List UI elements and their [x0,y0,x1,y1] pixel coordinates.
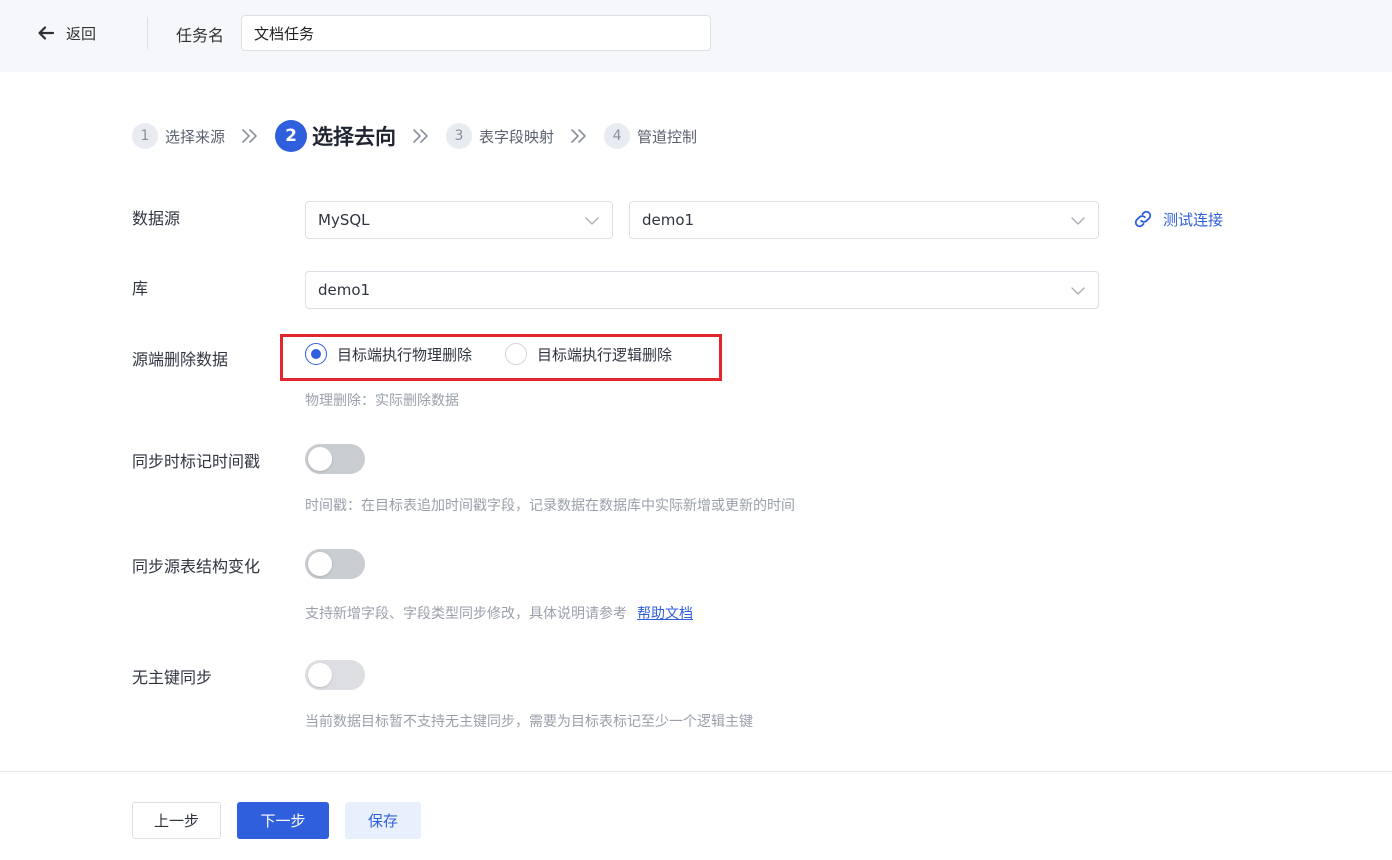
help-doc-link[interactable]: 帮助文档 [637,606,693,622]
radio-dot [311,349,321,359]
source-delete-label: 源端删除数据 [132,350,229,369]
chevron-down-icon [585,217,599,225]
chevron-down-icon [1071,287,1085,295]
prev-step-button[interactable]: 上一步 [132,802,221,839]
schema-sync-hint: 支持新增字段、字段类型同步修改，具体说明请参考 帮助文档 [305,603,693,623]
no-pk-sync-label: 无主键同步 [132,668,213,687]
step-pipeline-control: 4 管道控制 [604,123,697,149]
database-select[interactable]: demo1 [305,271,1099,309]
step-select-source: 1 选择来源 [132,123,225,149]
test-connection-link[interactable]: 测试连接 [1132,208,1223,230]
radio-circle [305,343,327,365]
step-label: 管道控制 [637,127,698,146]
step-select-target: 2 选择去向 [275,120,396,152]
next-step-button[interactable]: 下一步 [237,802,329,839]
toggle-knob [308,447,332,471]
toggle-knob [308,552,332,576]
step-indicator: 1 选择来源 2 选择去向 3 表字段映射 4 管道控制 [132,120,697,152]
test-connection-label: 测试连接 [1163,210,1224,229]
datasource-type-select[interactable]: MySQL [305,201,613,239]
chevron-down-icon [1071,217,1085,225]
step-number: 4 [604,123,631,149]
timestamp-sync-hint: 时间戳：在目标表追加时间戳字段，记录数据在数据库中实际新增或更新的时间 [305,498,795,514]
datasource-label: 数据源 [132,209,181,228]
step-label: 表字段映射 [479,127,555,146]
back-label: 返回 [66,24,97,43]
schema-sync-toggle[interactable] [305,549,365,579]
radio-logical-delete[interactable]: 目标端执行逻辑删除 [505,343,672,365]
schema-sync-label: 同步源表结构变化 [132,557,261,576]
double-chevron-right-icon [240,127,260,145]
task-name-label: 任务名 [176,26,225,45]
timestamp-sync-toggle[interactable] [305,444,365,474]
save-button[interactable]: 保存 [345,802,421,839]
step-number: 3 [446,123,473,149]
toggle-knob [308,663,332,687]
arrow-left-icon [38,26,55,40]
radio-physical-delete[interactable]: 目标端执行物理删除 [305,343,472,365]
double-chevron-right-icon [569,127,589,145]
database-label: 库 [132,279,149,298]
step-field-mapping: 3 表字段映射 [446,123,554,149]
footer-divider [0,771,1392,772]
timestamp-sync-label: 同步时标记时间戳 [132,452,261,471]
double-chevron-right-icon [411,127,431,145]
step-label: 选择来源 [165,127,226,146]
step-label: 选择去向 [312,125,397,149]
radio-label: 目标端执行物理删除 [337,345,473,364]
no-pk-sync-hint: 当前数据目标暂不支持无主键同步，需要为目标表标记至少一个逻辑主键 [305,714,753,730]
datasource-instance-select[interactable]: demo1 [629,201,1099,239]
step-number: 2 [275,120,308,152]
select-value: MySQL [318,211,370,229]
header-divider [147,17,148,49]
schema-sync-hint-text: 支持新增字段、字段类型同步修改，具体说明请参考 [305,606,627,622]
step-number: 1 [132,123,158,149]
select-value: demo1 [642,211,695,229]
radio-label: 目标端执行逻辑删除 [537,345,673,364]
radio-circle [505,343,527,365]
top-header: 返回 任务名 [0,0,1392,72]
link-icon [1134,210,1152,228]
no-pk-sync-toggle[interactable] [305,660,365,690]
back-button[interactable]: 返回 [36,20,96,46]
source-delete-hint: 物理删除：实际删除数据 [305,393,459,409]
select-value: demo1 [318,281,371,299]
task-name-input[interactable] [241,15,711,51]
